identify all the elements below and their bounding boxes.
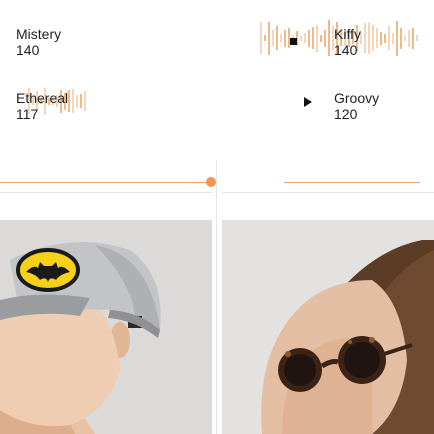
waveform-bar xyxy=(308,30,310,47)
waveform-bar xyxy=(264,35,266,41)
track-kiffy[interactable]: Kiffy 140 xyxy=(334,26,424,58)
right-slider-track[interactable] xyxy=(284,182,420,183)
track-bpm: 140 xyxy=(16,42,40,58)
left-slider-track[interactable] xyxy=(0,182,212,183)
track-ethereal[interactable]: Ethereal 117 xyxy=(16,90,196,122)
track-bpm: 140 xyxy=(334,42,358,58)
waveform-bar xyxy=(300,36,302,41)
waveform-bar xyxy=(328,20,330,56)
panel-divider xyxy=(222,192,434,193)
waveform-bar xyxy=(260,22,262,54)
waveform-bar xyxy=(280,34,282,42)
panel-divider xyxy=(0,192,212,193)
waveform-bar xyxy=(316,25,318,52)
sunglasses-illustration xyxy=(222,220,434,434)
waveform-bar xyxy=(312,27,314,49)
track-name: Kiffy xyxy=(334,26,361,42)
track-name: Groovy xyxy=(334,90,380,106)
panel-divider xyxy=(216,196,217,434)
waveform-bar xyxy=(276,26,278,50)
waveform-bar xyxy=(284,30,286,47)
batman-cap-illustration xyxy=(0,220,212,434)
waveform-bar xyxy=(324,30,326,47)
track-bpm: 120 xyxy=(334,106,358,122)
batman-cap-photo[interactable] xyxy=(0,220,212,434)
track-bpm: 117 xyxy=(16,106,39,122)
track-name: Ethereal xyxy=(16,90,69,106)
track-mistery[interactable]: Mistery 140 xyxy=(16,26,196,58)
waveform-bar xyxy=(320,35,322,42)
left-slider-knob[interactable] xyxy=(206,177,216,187)
waveform-bar xyxy=(268,22,270,55)
sunglasses-photo[interactable] xyxy=(222,220,434,434)
track-groovy[interactable]: Groovy 120 xyxy=(334,90,424,122)
stop-icon[interactable] xyxy=(290,38,297,45)
play-icon[interactable] xyxy=(304,97,312,107)
track-name: Mistery xyxy=(16,26,62,42)
waveform-bar xyxy=(304,33,306,43)
waveform-bar xyxy=(272,30,274,46)
